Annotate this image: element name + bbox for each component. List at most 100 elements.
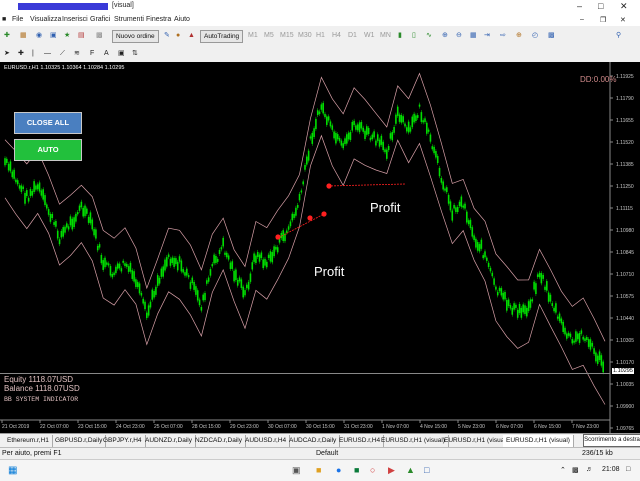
- price-chart[interactable]: 1.11925 1.11790 1.11655 1.11520 1.11385 1.112…: [0, 62, 640, 433]
- menu-window[interactable]: Finestra: [146, 16, 171, 23]
- store-icon[interactable]: ■: [354, 465, 359, 475]
- zoom-in-icon[interactable]: ⊕: [442, 30, 448, 41]
- vertical-line-icon[interactable]: |: [32, 48, 34, 59]
- horizontal-line-icon[interactable]: —: [44, 48, 51, 59]
- child-restore-icon[interactable]: ❐: [600, 16, 606, 24]
- trendline-icon[interactable]: ⟋: [60, 48, 65, 59]
- line-chart-icon[interactable]: ∿: [426, 30, 432, 41]
- auto-button[interactable]: AUTO: [14, 139, 82, 161]
- app-taskbar-icon[interactable]: □: [424, 465, 429, 475]
- notifications-icon[interactable]: □: [626, 466, 630, 473]
- child-close-icon[interactable]: ✕: [620, 16, 626, 24]
- autoscroll-icon[interactable]: ⇨: [500, 30, 506, 41]
- maximize-icon[interactable]: □: [598, 1, 603, 11]
- tab-eurusd-h1-visual[interactable]: EURUSD.r,H1 (visual): [441, 435, 512, 447]
- timeframe-h4[interactable]: H4: [332, 30, 341, 41]
- tab-audcad-daily[interactable]: AUDCAD.r,Daily: [286, 435, 341, 447]
- tab-ethereum-h1[interactable]: Ethereum.r,H1: [4, 435, 53, 447]
- tab-audnzd-daily[interactable]: AUDNZD.r,Daily: [142, 435, 196, 447]
- candle-chart-icon[interactable]: ▯: [412, 30, 416, 41]
- windows-start-icon[interactable]: ▦: [8, 465, 17, 476]
- timeframe-m15[interactable]: M15: [280, 30, 294, 41]
- candle-body: [251, 262, 254, 270]
- timeframe-m1[interactable]: M1: [248, 30, 258, 41]
- market-watch-icon[interactable]: ◉: [36, 30, 42, 41]
- file-explorer-icon[interactable]: ■: [316, 465, 321, 475]
- chart-shift-icon[interactable]: ⇥: [484, 30, 490, 41]
- templates-icon[interactable]: ▩: [548, 30, 555, 41]
- candle-body: [407, 121, 410, 133]
- tab-eurusd-h1-visual[interactable]: EURUSD.r,H1 (visual): [378, 435, 449, 447]
- timeframe-w1[interactable]: W1: [364, 30, 375, 41]
- timeframe-h1[interactable]: H1: [316, 30, 325, 41]
- tab-eurusd-h4[interactable]: EURUSD.r,H4: [336, 435, 385, 447]
- minimize-icon[interactable]: –: [577, 1, 582, 11]
- opera-icon[interactable]: ○: [370, 465, 375, 475]
- tray-chevron-icon[interactable]: ⌃: [560, 466, 566, 474]
- menu-help[interactable]: Aiuto: [174, 16, 190, 23]
- indicators-icon[interactable]: ⊕: [516, 30, 522, 41]
- child-minimize-icon[interactable]: –: [580, 16, 584, 23]
- trade-marker: [275, 234, 281, 240]
- tab-eurusd-h1-visual-active[interactable]: EURUSD.r,H1 (visual): [503, 435, 574, 447]
- strategy-tester-icon[interactable]: ▩: [96, 30, 103, 41]
- candle-body: [351, 121, 354, 131]
- task-view-icon[interactable]: ▣: [292, 465, 301, 476]
- tile-windows-icon[interactable]: ▦: [470, 30, 477, 41]
- menu-insert[interactable]: Inserisci: [62, 16, 88, 23]
- terminal-icon[interactable]: ▤: [78, 30, 85, 41]
- close-icon[interactable]: ✕: [620, 1, 628, 12]
- candle-body: [264, 258, 266, 266]
- cursor-icon[interactable]: ➤: [4, 48, 10, 59]
- periods-icon[interactable]: ◴: [532, 30, 538, 41]
- menu-tools[interactable]: Strumenti: [114, 16, 144, 23]
- timeframe-m30[interactable]: M30: [298, 30, 312, 41]
- search-icon[interactable]: ⚲: [616, 30, 621, 41]
- menu-charts[interactable]: Grafici: [90, 16, 110, 23]
- menu-file[interactable]: File: [12, 16, 23, 23]
- crosshair-icon[interactable]: ✚: [18, 48, 24, 59]
- candle-body: [276, 247, 279, 253]
- candle-body: [464, 203, 466, 209]
- candle-body: [231, 261, 234, 269]
- bar-chart-icon[interactable]: ▮: [398, 30, 402, 41]
- close-all-button[interactable]: CLOSE ALL: [14, 112, 82, 134]
- candle-body: [296, 204, 299, 208]
- new-order-button[interactable]: Nuovo ordine: [112, 30, 159, 43]
- timeframe-d1[interactable]: D1: [348, 30, 357, 41]
- network-icon[interactable]: ▩: [572, 466, 579, 474]
- navigator-icon[interactable]: ★: [64, 30, 70, 41]
- text-icon[interactable]: A: [104, 48, 109, 59]
- candle-body: [575, 331, 577, 342]
- data-window-icon[interactable]: ▣: [50, 30, 57, 41]
- candle-body: [466, 211, 468, 223]
- zoom-out-icon[interactable]: ⊖: [456, 30, 462, 41]
- candle-body: [313, 128, 315, 138]
- arrows-icon[interactable]: ⇅: [132, 48, 138, 59]
- autotrading-button[interactable]: AutoTrading: [200, 30, 244, 43]
- tab-nzdcad-daily[interactable]: NZDCAD.r,Daily: [192, 435, 246, 447]
- candle-body: [480, 239, 483, 249]
- x-tick-label: 28 Oct 15:00: [192, 424, 221, 430]
- timeframe-mn[interactable]: MN: [380, 30, 391, 41]
- tab-gbpusd-daily[interactable]: GBPUSD.r,Daily: [52, 435, 107, 447]
- equidistant-channel-icon[interactable]: ≋: [74, 48, 80, 59]
- edge-icon[interactable]: ●: [336, 465, 341, 475]
- text-label-icon[interactable]: ▣: [118, 48, 125, 59]
- metatrader-taskbar-icon[interactable]: ▲: [406, 465, 415, 475]
- candle-body: [431, 146, 434, 150]
- volume-icon[interactable]: ♬: [586, 466, 593, 473]
- candle-body: [18, 185, 21, 189]
- tab-gbpjpy-h4[interactable]: GBPJPY.r,H4: [100, 435, 146, 447]
- new-chart-icon[interactable]: ✚: [4, 30, 10, 41]
- fibonacci-icon[interactable]: F: [90, 48, 94, 59]
- alerts-icon[interactable]: ▲: [188, 30, 195, 41]
- profiles-icon[interactable]: ▦: [20, 30, 27, 41]
- timeframe-m5[interactable]: M5: [264, 30, 274, 41]
- metaeditor-icon[interactable]: ✎: [164, 30, 170, 41]
- candle-body: [126, 263, 128, 267]
- media-icon[interactable]: ▶: [388, 465, 395, 476]
- signals-icon[interactable]: ●: [176, 30, 180, 41]
- menu-view[interactable]: Visualizza: [30, 16, 61, 23]
- tab-audusd-h4[interactable]: AUDUSD.r,H4: [242, 435, 291, 447]
